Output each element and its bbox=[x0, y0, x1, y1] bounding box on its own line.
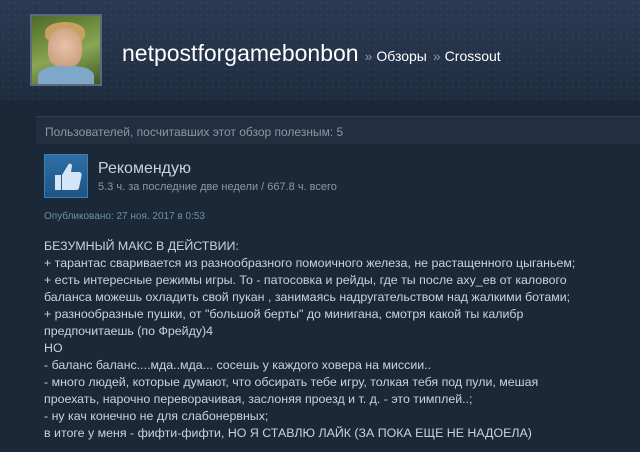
breadcrumb: netpostforgamebonbon » Обзоры » Crossout bbox=[122, 40, 501, 70]
review-line: в итоге у меня - фифти-фифти, НО Я СТАВЛ… bbox=[44, 426, 532, 440]
helpful-count-text: Пользователей, посчитавших этот обзор по… bbox=[45, 125, 344, 139]
review-line: БЕЗУМНЫЙ МАКС В ДЕЙСТВИИ: bbox=[44, 239, 239, 253]
breadcrumb-separator: » bbox=[364, 48, 373, 64]
review-line: + есть интересные режимы игры. То - пато… bbox=[44, 273, 567, 287]
thumbs-up-icon bbox=[44, 154, 88, 198]
recommendation-title[interactable]: Рекомендую bbox=[98, 160, 191, 178]
breadcrumb-reviews[interactable]: Обзоры bbox=[376, 48, 427, 64]
review-line: + разнообразные пушки, от "большой берты… bbox=[44, 307, 524, 321]
review-line: - баланс баланс....мда..мда... сосешь у … bbox=[44, 358, 432, 372]
review-text: БЕЗУМНЫЙ МАКС В ДЕЙСТВИИ: + тарантас сва… bbox=[44, 238, 634, 442]
helpful-bar: Пользователей, посчитавших этот обзор по… bbox=[36, 116, 640, 144]
review-line: предпочитаешь (по Фрейду)4 bbox=[44, 324, 214, 338]
review-line: - ну кач конечно не для слабонервных; bbox=[44, 409, 269, 423]
review-line: проехать, нарочно переворачивая, заслоня… bbox=[44, 392, 473, 406]
review-line: + тарантас сваривается из разнообразного… bbox=[44, 256, 576, 270]
breadcrumb-game[interactable]: Crossout bbox=[445, 48, 501, 64]
profile-header: netpostforgamebonbon » Обзоры » Crossout bbox=[0, 0, 640, 100]
avatar-image bbox=[32, 16, 100, 84]
review-line: НО bbox=[44, 341, 63, 355]
review-panel: Пользователей, посчитавших этот обзор по… bbox=[36, 116, 640, 452]
review-line: - много людей, которые думают, что обсир… bbox=[44, 375, 539, 389]
review-line: баланса можешь охладить свой пукан , зан… bbox=[44, 290, 571, 304]
posted-date: Опубликовано: 27 ноя. 2017 в 0:53 bbox=[44, 211, 205, 222]
username-link[interactable]: netpostforgamebonbon bbox=[122, 40, 359, 67]
breadcrumb-separator: » bbox=[432, 48, 441, 64]
playtime-hours: 5.3 ч. за последние две недели / 667.8 ч… bbox=[98, 181, 337, 193]
avatar[interactable] bbox=[30, 14, 102, 86]
